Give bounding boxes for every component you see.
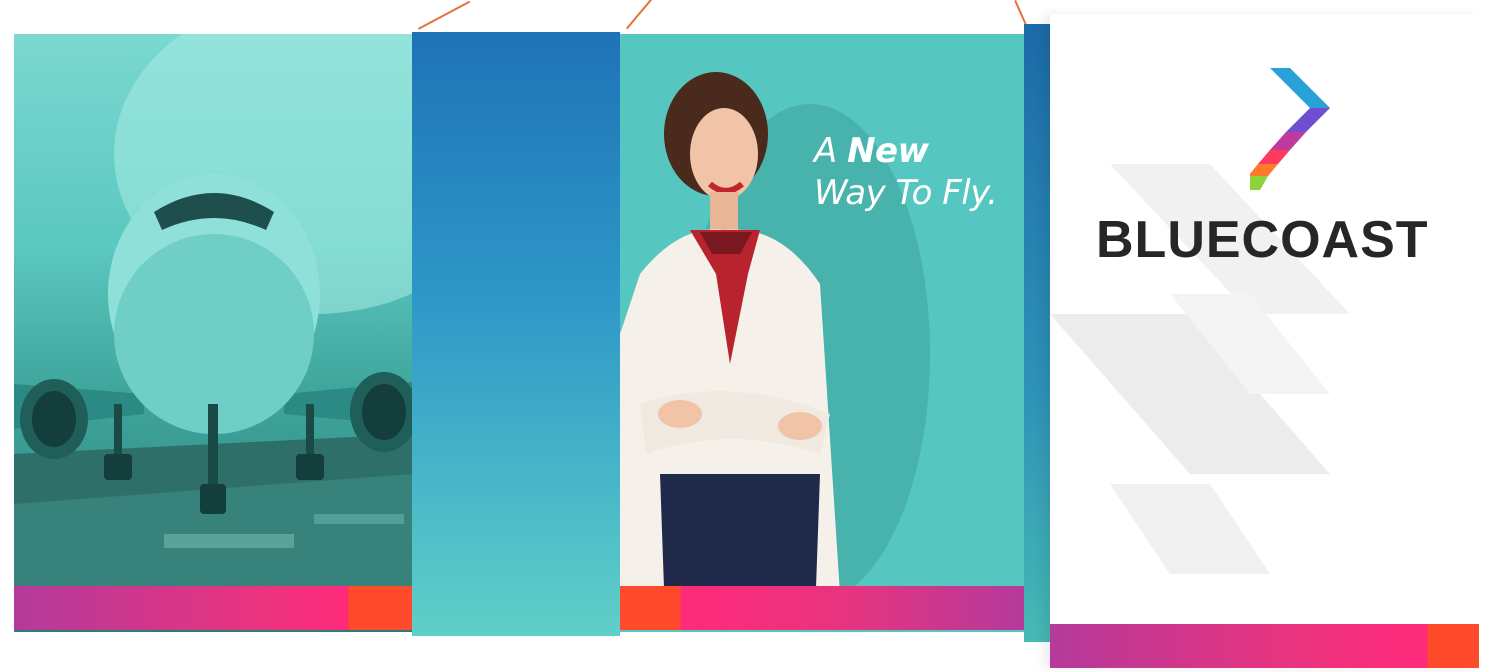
flight-attendant-image — [620, 72, 930, 604]
airplane-panel — [14, 34, 412, 632]
blue-gradient-panel — [412, 32, 620, 636]
bottom-accent-bar — [620, 586, 1024, 630]
annotation-line-mid — [626, 0, 658, 30]
tagline-bold-word: New — [847, 131, 929, 171]
tagline-line-2: Way To Fly. — [814, 173, 998, 213]
tagline: A New Way To Fly. — [814, 130, 998, 214]
bottom-accent-bar — [1050, 624, 1479, 668]
tagline-prefix: A — [814, 131, 837, 171]
blue-edge-panel — [1024, 24, 1052, 642]
flight-attendant-panel: A New Way To Fly. — [620, 34, 1024, 632]
bluecoast-logo-icon — [1250, 68, 1330, 190]
tagline-line-1: A New — [814, 130, 998, 172]
airplane-image — [14, 34, 412, 586]
annotation-line-left — [418, 0, 471, 30]
brand-panel: BLUECOAST — [1050, 14, 1479, 668]
brand-name: BLUECOAST — [1096, 211, 1429, 269]
bottom-accent-bar — [14, 586, 412, 630]
